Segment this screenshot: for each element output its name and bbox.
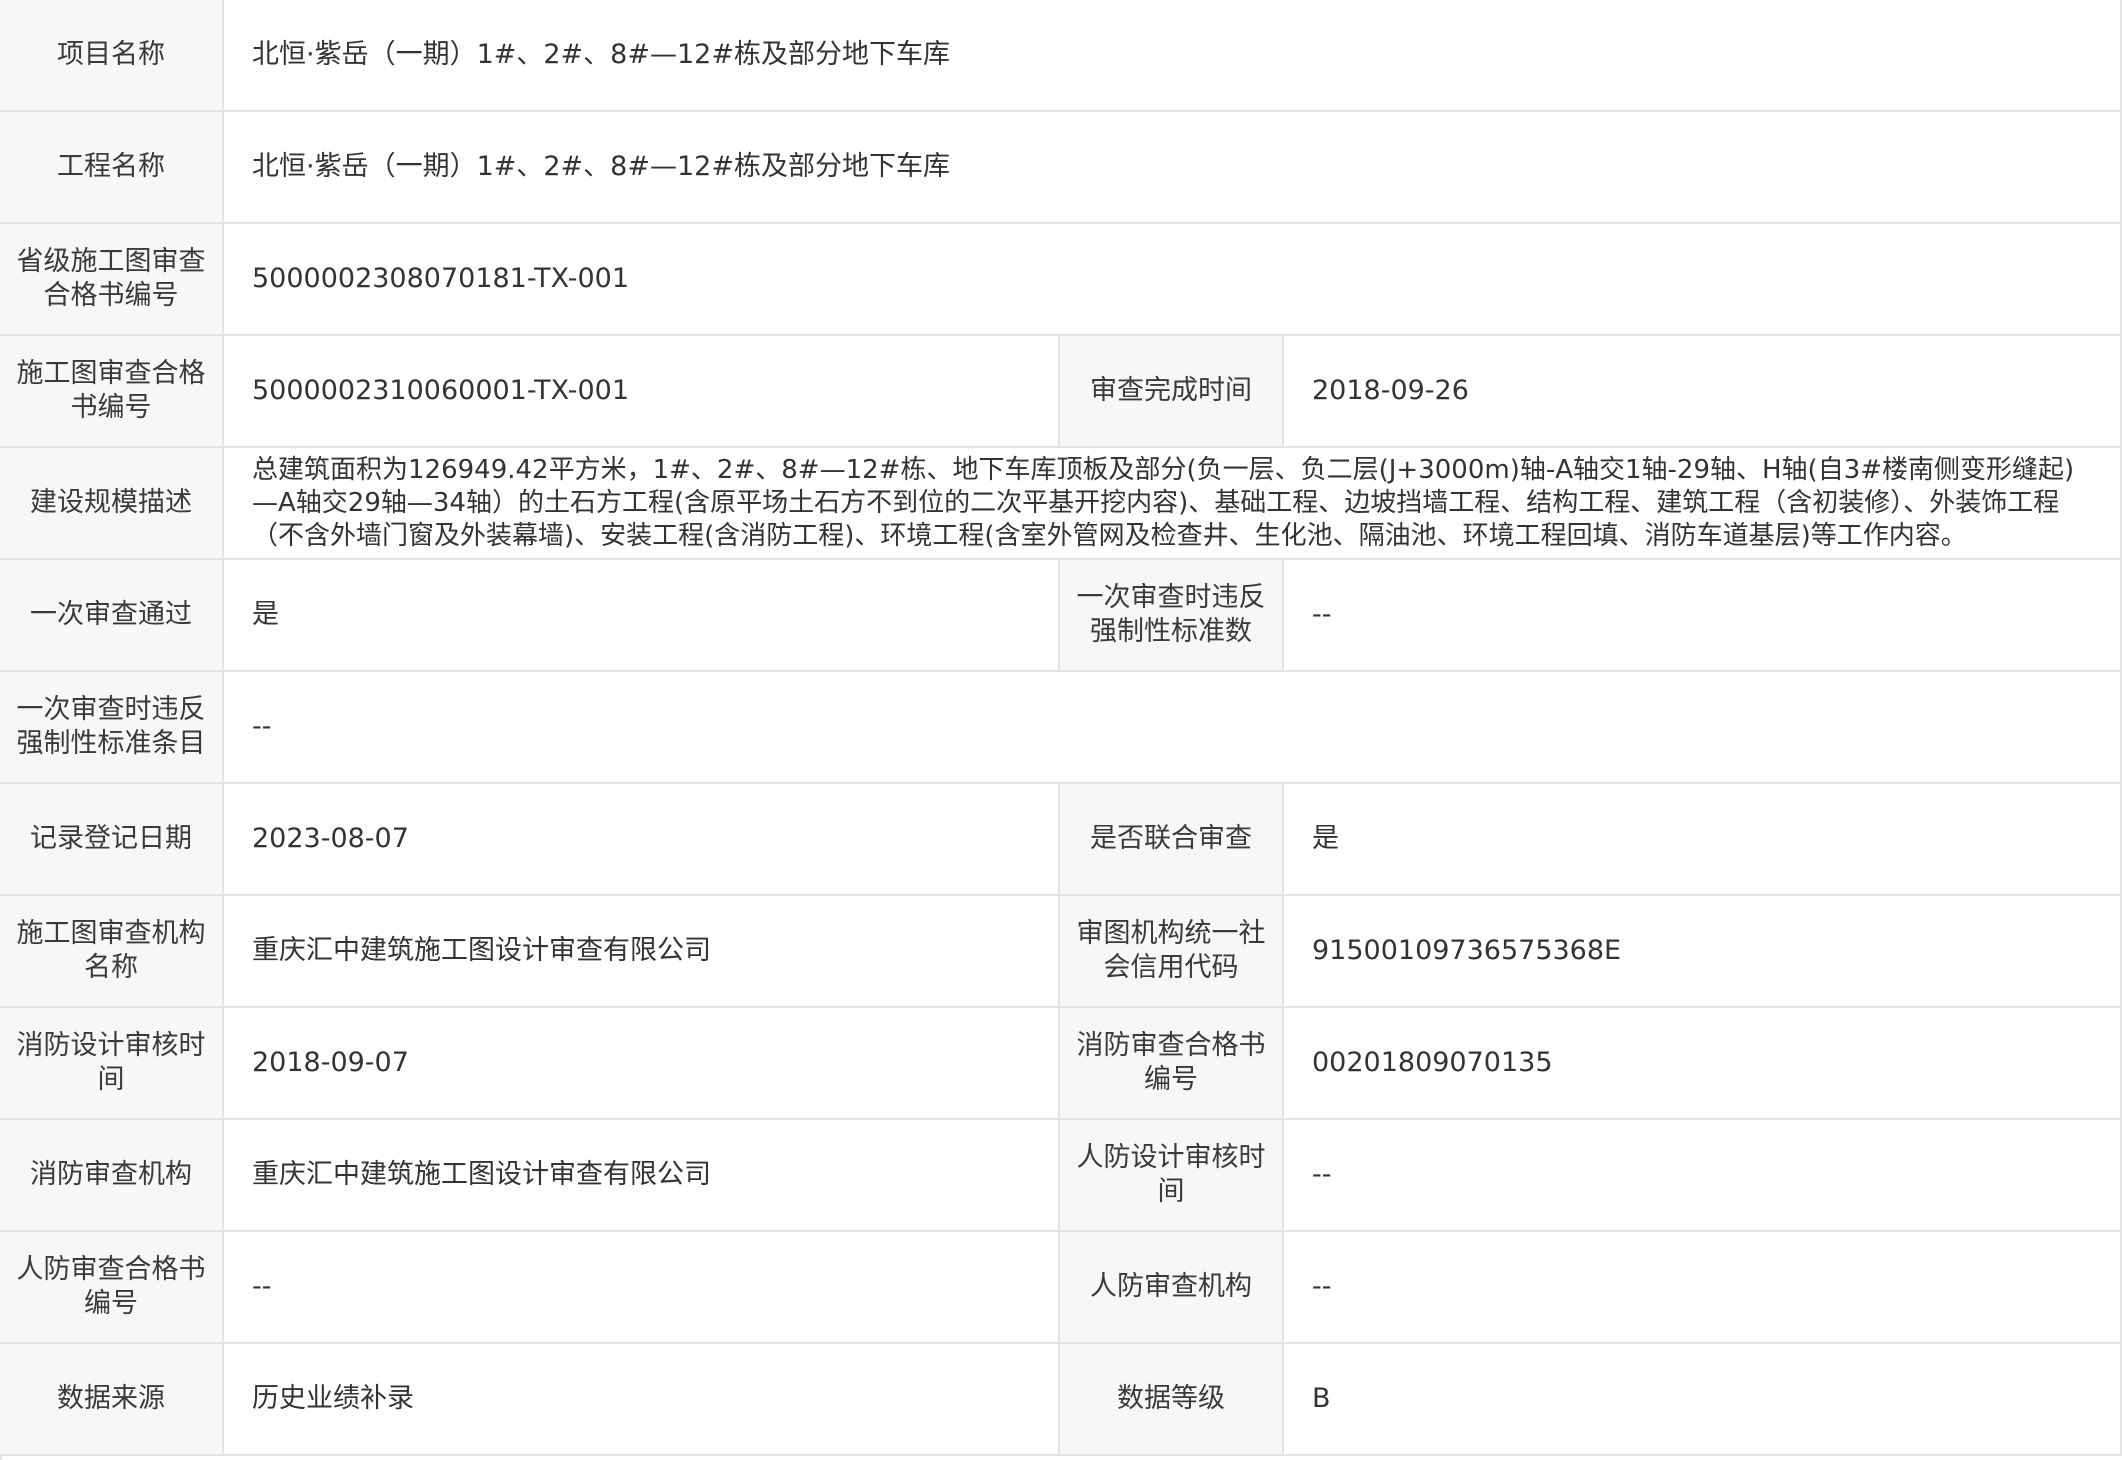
label-record-date: 记录登记日期 — [0, 784, 224, 896]
label-review-complete-time: 审查完成时间 — [1060, 336, 1284, 448]
label-violation-count: 一次审查时违反强制性标准数 — [1060, 560, 1284, 672]
label-review-cert-no: 施工图审查合格书编号 — [0, 336, 224, 448]
value-first-review-pass: 是 — [224, 560, 1060, 672]
value-joint-review: 是 — [1284, 784, 2122, 896]
label-engineering-name: 工程名称 — [0, 112, 224, 224]
value-review-complete-time: 2018-09-26 — [1284, 336, 2122, 448]
project-info-table: 项目名称 北恒·紫岳（一期）1#、2#、8#—12#栋及部分地下车库 工程名称 … — [0, 0, 2122, 1460]
label-data-grade: 数据等级 — [1060, 1344, 1284, 1456]
value-civil-defense-agency: -- — [1284, 1232, 2122, 1344]
label-fire-design-review-time: 消防设计审核时间 — [0, 1008, 224, 1120]
value-agency-credit-code: 91500109736575368E — [1284, 896, 2122, 1008]
label-agency-credit-code: 审图机构统一社会信用代码 — [1060, 896, 1284, 1008]
label-provincial-cert-no: 省级施工图审查合格书编号 — [0, 224, 224, 336]
label-first-review-pass: 一次审查通过 — [0, 560, 224, 672]
label-civil-defense-agency: 人防审查机构 — [1060, 1232, 1284, 1344]
value-data-source: 历史业绩补录 — [224, 1344, 1060, 1456]
value-scale-description: 总建筑面积为126949.42平方米，1#、2#、8#—12#栋、地下车库顶板及… — [224, 448, 2122, 560]
value-record-date: 2023-08-07 — [224, 784, 1060, 896]
value-review-agency: 重庆汇中建筑施工图设计审查有限公司 — [224, 896, 1060, 1008]
label-joint-review: 是否联合审查 — [1060, 784, 1284, 896]
value-engineering-name: 北恒·紫岳（一期）1#、2#、8#—12#栋及部分地下车库 — [224, 112, 2122, 224]
label-civil-defense-cert-no: 人防审查合格书编号 — [0, 1232, 224, 1344]
value-violation-items: -- — [224, 672, 2122, 784]
value-fire-review-agency: 重庆汇中建筑施工图设计审查有限公司 — [224, 1120, 1060, 1232]
label-civil-defense-review-time: 人防设计审核时间 — [1060, 1120, 1284, 1232]
label-review-agency: 施工图审查机构名称 — [0, 896, 224, 1008]
value-civil-defense-cert-no: -- — [224, 1232, 1060, 1344]
value-project-name: 北恒·紫岳（一期）1#、2#、8#—12#栋及部分地下车库 — [224, 0, 2122, 112]
value-review-cert-no: 5000002310060001-TX-001 — [224, 336, 1060, 448]
label-project-name: 项目名称 — [0, 0, 224, 112]
label-scale-description: 建设规模描述 — [0, 448, 224, 560]
value-provincial-cert-no: 5000002308070181-TX-001 — [224, 224, 2122, 336]
label-fire-review-agency: 消防审查机构 — [0, 1120, 224, 1232]
value-data-grade: B — [1284, 1344, 2122, 1456]
label-violation-items: 一次审查时违反强制性标准条目 — [0, 672, 224, 784]
value-violation-count: -- — [1284, 560, 2122, 672]
label-fire-cert-no: 消防审查合格书编号 — [1060, 1008, 1284, 1120]
value-civil-defense-review-time: -- — [1284, 1120, 2122, 1232]
value-fire-design-review-time: 2018-09-07 — [224, 1008, 1060, 1120]
value-fire-cert-no: 00201809070135 — [1284, 1008, 2122, 1120]
label-data-source: 数据来源 — [0, 1344, 224, 1456]
